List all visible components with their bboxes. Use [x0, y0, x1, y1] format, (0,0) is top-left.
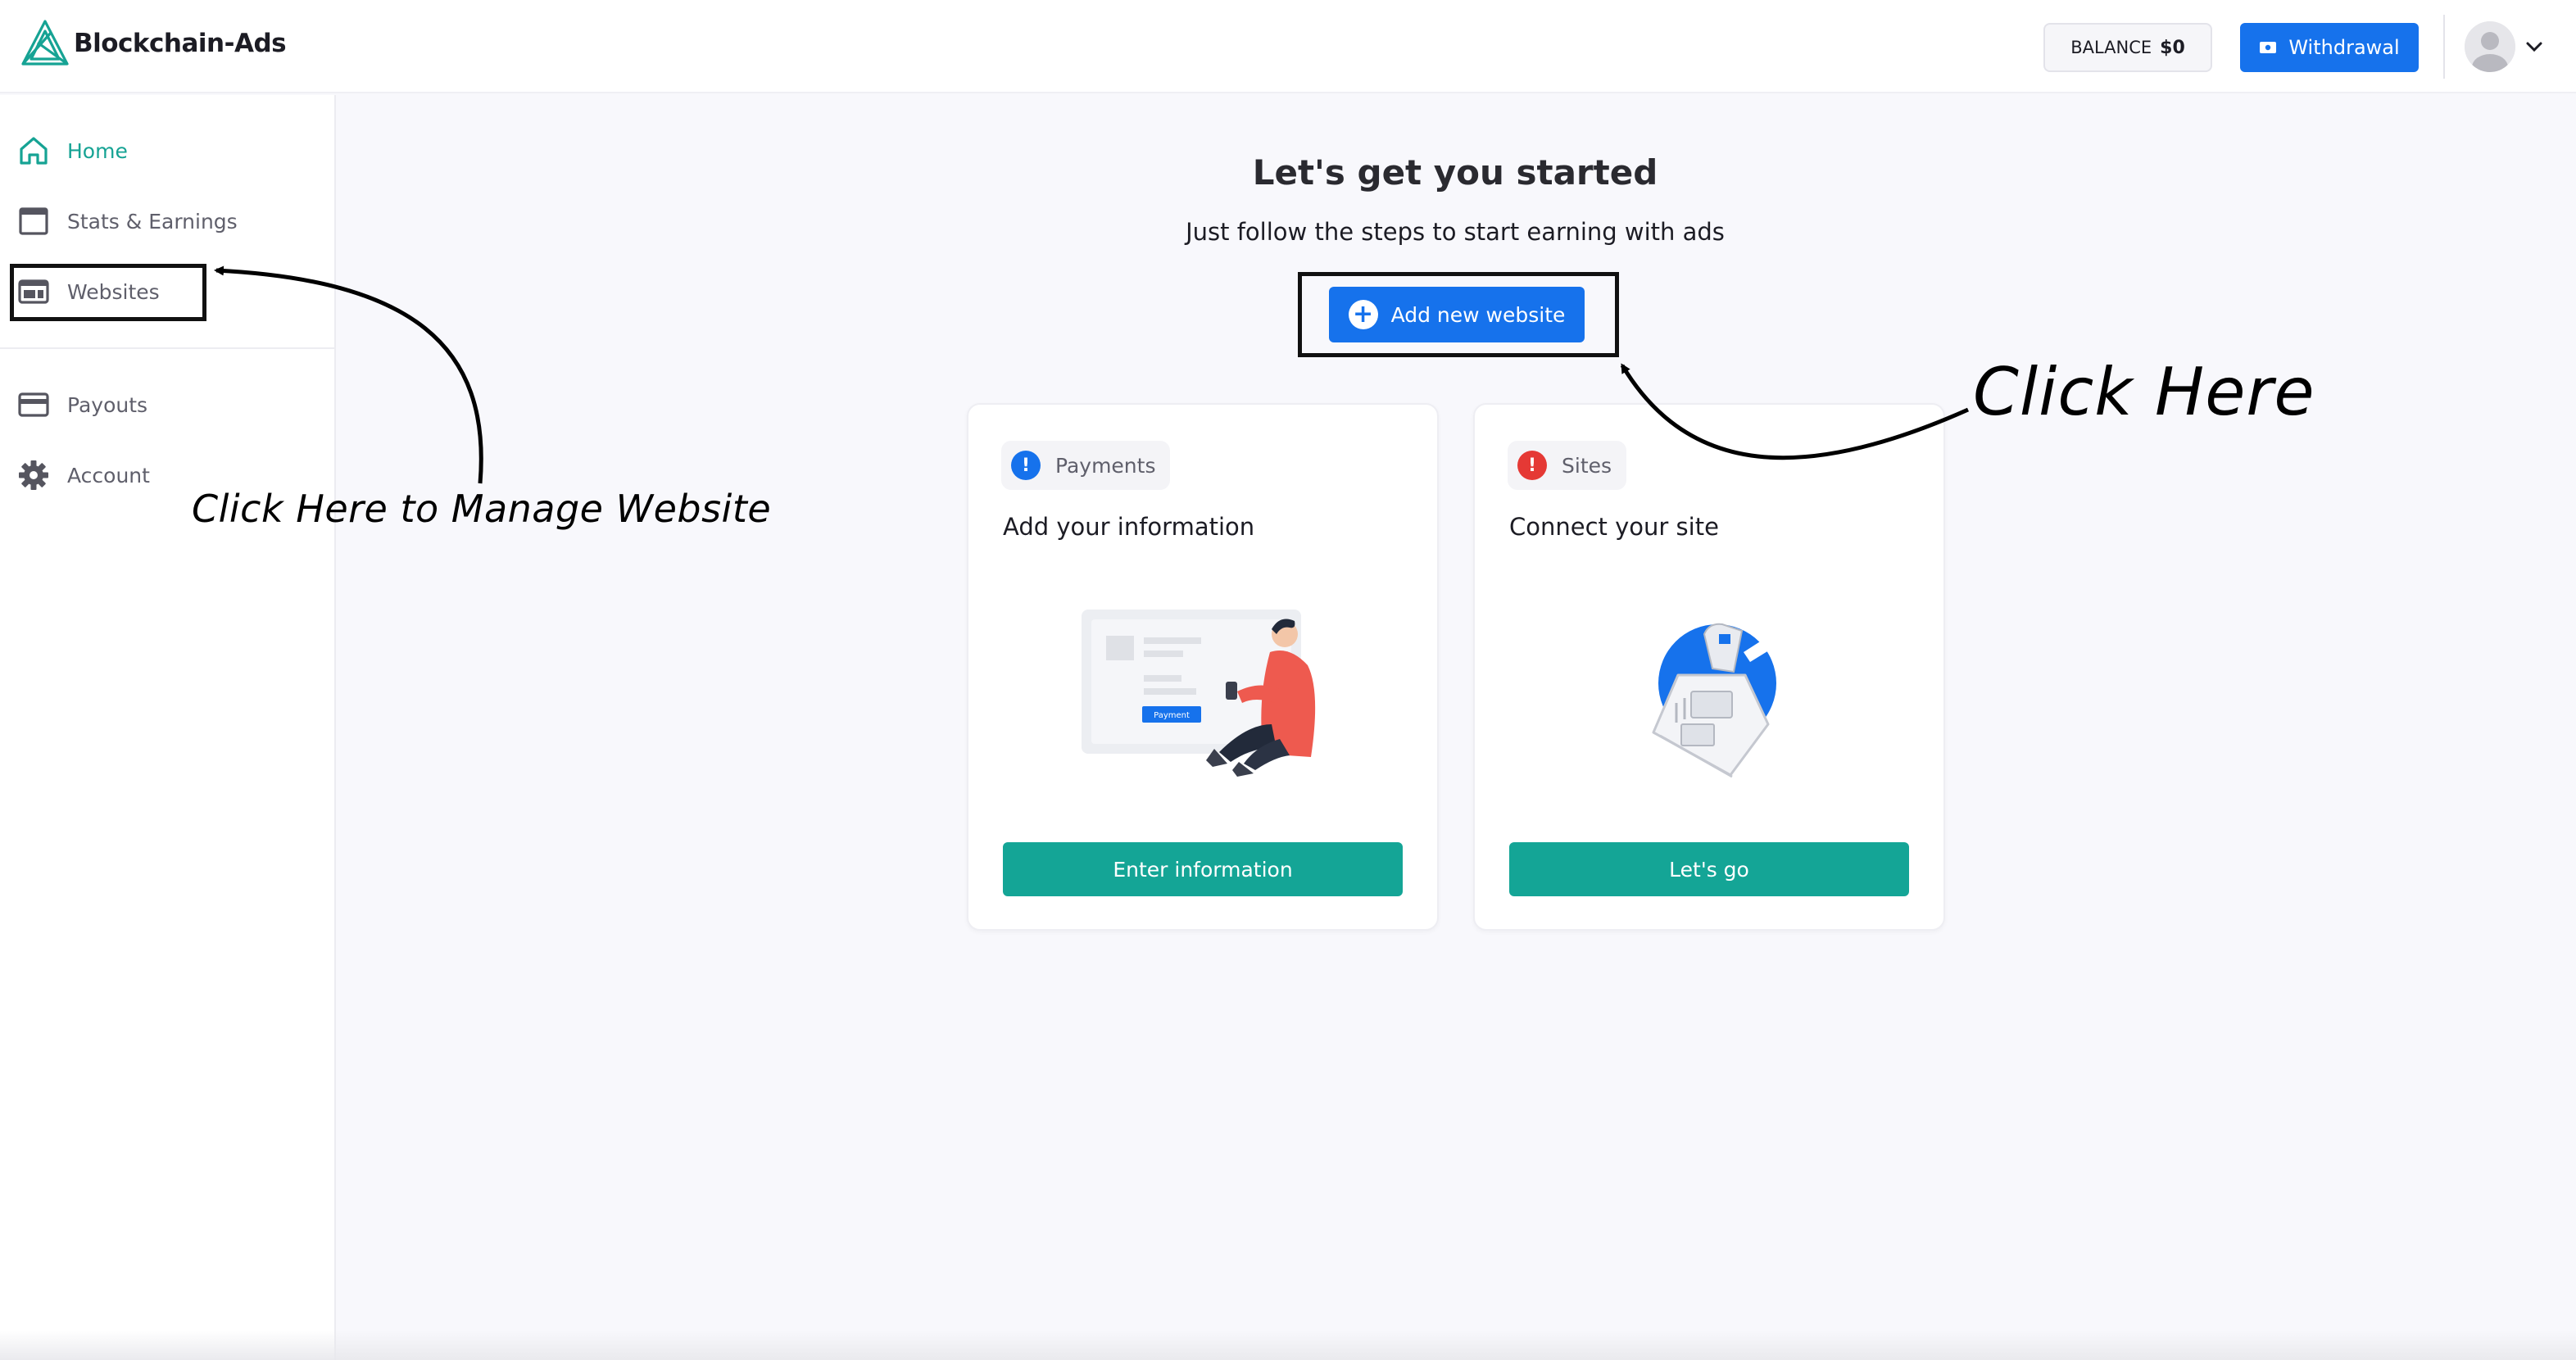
page-subtitle: Just follow the steps to start earning w… — [1186, 218, 1725, 246]
payment-illustration-label: Payment — [1154, 711, 1190, 720]
window-icon — [19, 207, 48, 235]
top-bar: Blockchain-Ads BALANCE $0 Withdrawal — [0, 0, 2576, 93]
lets-go-button[interactable]: Let's go — [1509, 842, 1909, 896]
enter-information-button[interactable]: Enter information — [1003, 842, 1403, 896]
site-illustration-icon — [1652, 623, 1776, 778]
payments-chip-label: Payments — [1055, 453, 1156, 478]
sites-chip: ! Sites — [1508, 441, 1627, 490]
sidebar-item-label: Home — [67, 138, 128, 163]
payments-card-title: Add your information — [1003, 513, 1255, 541]
balance-display[interactable]: BALANCE $0 — [2043, 23, 2212, 72]
sidebar-item-account[interactable]: Account — [16, 456, 150, 495]
alert-icon: ! — [1011, 451, 1041, 480]
balance-value: $0 — [2160, 37, 2185, 58]
user-avatar-icon[interactable] — [2465, 21, 2515, 72]
annotation-manage-website: Click Here to Manage Website — [192, 487, 772, 531]
sidebar-item-label: Account — [67, 463, 150, 487]
withdrawal-button[interactable]: Withdrawal — [2240, 23, 2419, 72]
chevron-down-icon[interactable] — [2524, 36, 2545, 57]
sidebar-item-payouts[interactable]: Payouts — [16, 385, 147, 424]
annotation-click-here: Click Here — [1973, 354, 2315, 430]
withdrawal-label: Withdrawal — [2288, 36, 2400, 59]
sites-card: ! Sites Connect your site Let's go — [1473, 403, 1945, 931]
sidebar-item-stats[interactable]: Stats & Earnings — [16, 202, 238, 241]
gear-icon — [19, 460, 48, 490]
payments-card: ! Payments Add your information Payment … — [967, 403, 1439, 931]
sites-chip-label: Sites — [1562, 453, 1612, 478]
brand-logo[interactable]: Blockchain-Ads — [18, 18, 287, 69]
blockchain-ads-logo-icon — [21, 20, 69, 66]
sidebar-divider — [0, 347, 334, 349]
highlight-box-websites — [10, 264, 206, 321]
payments-chip: ! Payments — [1001, 441, 1171, 490]
alert-icon: ! — [1517, 451, 1547, 480]
sites-card-title: Connect your site — [1509, 513, 1719, 541]
cash-icon — [2260, 42, 2277, 53]
sidebar-item-home[interactable]: Home — [16, 131, 128, 170]
payment-illustration-icon: Payment — [1082, 610, 1316, 777]
credit-card-icon — [18, 392, 49, 417]
page-title: Let's get you started — [1252, 152, 1658, 193]
header-divider — [2443, 15, 2445, 79]
brand-name: Blockchain-Ads — [74, 29, 287, 58]
sidebar-item-label: Stats & Earnings — [67, 209, 238, 233]
home-icon — [20, 137, 48, 165]
highlight-box-add-website — [1298, 272, 1619, 357]
bottom-shade — [0, 1331, 2576, 1360]
balance-label: BALANCE — [2070, 38, 2152, 57]
sidebar-item-label: Payouts — [67, 392, 148, 417]
